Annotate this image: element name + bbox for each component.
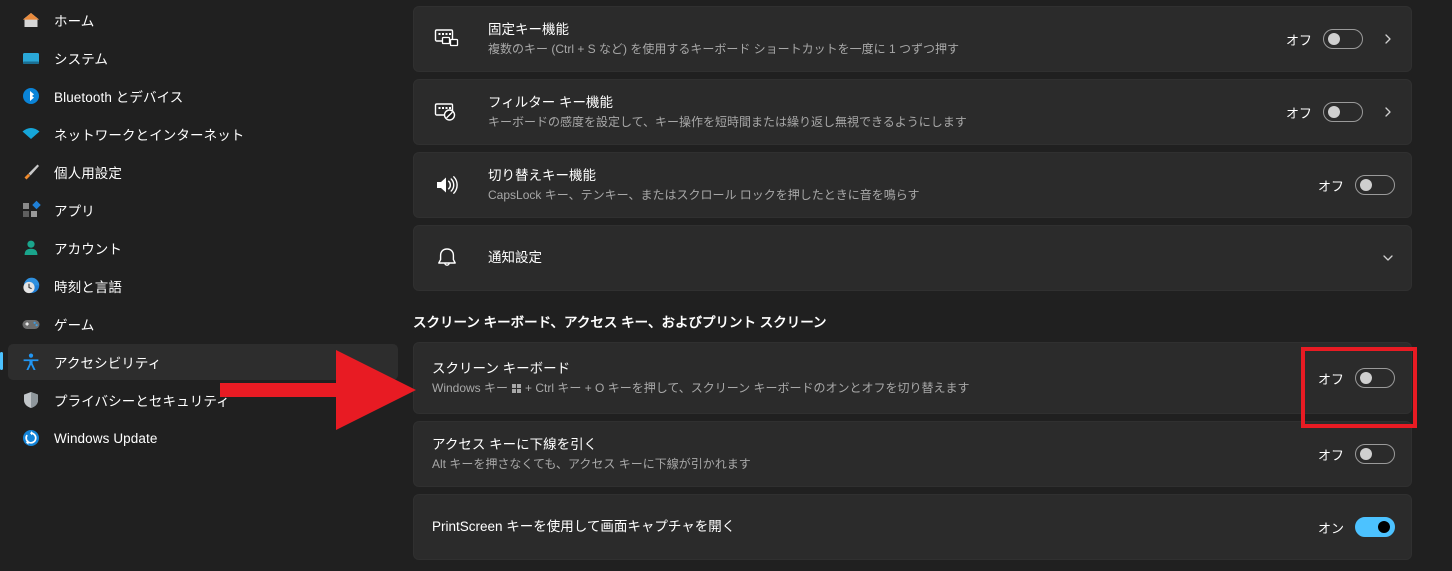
- accessibility-person-icon: [20, 351, 42, 373]
- chevron-right-icon[interactable]: [1381, 32, 1395, 46]
- sidebar-item-accessibility[interactable]: アクセシビリティ: [0, 344, 398, 380]
- setting-title: アクセス キーに下線を引く: [432, 436, 598, 452]
- setting-title: スクリーン キーボード: [432, 360, 571, 376]
- bluetooth-icon: [20, 85, 42, 107]
- sidebar-item-bluetooth[interactable]: Bluetooth とデバイス: [8, 78, 398, 114]
- toggle-state-label: オフ: [1317, 178, 1344, 194]
- toggle-keys-toggle[interactable]: [1355, 175, 1395, 195]
- chevron-down-icon[interactable]: [1381, 251, 1395, 265]
- apps-icon: [20, 199, 42, 221]
- setting-description: CapsLock キー、テンキー、またはスクロール ロックを押したときに音を鳴ら…: [488, 187, 920, 202]
- update-refresh-icon: [20, 427, 42, 449]
- underline-access-keys-toggle[interactable]: [1355, 444, 1395, 464]
- sidebar-item-system[interactable]: システム: [8, 40, 398, 76]
- gamepad-icon: [20, 313, 42, 335]
- section-header-screen-keyboard: スクリーン キーボード、アクセス キー、およびプリント スクリーン: [413, 315, 827, 330]
- bell-notification-icon: [432, 243, 462, 273]
- setting-row-underline-access-keys[interactable]: アクセス キーに下線を引く Alt キーを押さなくても、アクセス キーに下線が引…: [413, 421, 1412, 487]
- setting-description: キーボードの感度を設定して、キー操作を短時間または繰り返し無視できるようにします: [488, 114, 967, 129]
- sidebar-item-windows-update[interactable]: Windows Update: [8, 420, 398, 456]
- setting-row-printscreen-capture[interactable]: PrintScreen キーを使用して画面キャプチャを開く オン: [413, 494, 1412, 560]
- toggle-state-label: オン: [1317, 520, 1344, 536]
- setting-controls: オフ: [1318, 175, 1395, 195]
- screen-keyboard-toggle[interactable]: [1355, 368, 1395, 388]
- sidebar-item-privacy-security[interactable]: プライバシーとセキュリティ: [8, 382, 398, 418]
- setting-title: フィルター キー機能: [488, 94, 613, 110]
- setting-controls: オフ: [1286, 102, 1395, 122]
- setting-row-filter-keys[interactable]: フィルター キー機能 キーボードの感度を設定して、キー操作を短時間または繰り返し…: [413, 79, 1412, 145]
- setting-controls: オフ: [1318, 444, 1395, 464]
- toggle-state-label: オフ: [1317, 447, 1344, 463]
- sidebar-item-label: プライバシーとセキュリティ: [54, 394, 230, 409]
- setting-description-after: + Ctrl キー + O キーを押して、スクリーン キーボードのオンとオフを切…: [525, 380, 970, 395]
- setting-row-screen-keyboard[interactable]: スクリーン キーボード Windows キー + Ctrl キー + O キーを…: [413, 342, 1412, 414]
- setting-title: PrintScreen キーを使用して画面キャプチャを開く: [432, 519, 736, 534]
- wifi-icon: [20, 123, 42, 145]
- setting-controls: [1381, 251, 1395, 265]
- clock-globe-icon: [20, 275, 42, 297]
- sidebar-item-label: ホーム: [54, 14, 95, 29]
- paintbrush-icon: [20, 161, 42, 183]
- setting-description: 複数のキー (Ctrl + S など) を使用するキーボード ショートカットを一…: [488, 41, 960, 56]
- setting-row-notification-settings[interactable]: 通知設定: [413, 225, 1412, 291]
- sidebar-item-label: ゲーム: [54, 318, 95, 333]
- sidebar-item-label: アクセシビリティ: [54, 356, 162, 371]
- setting-controls: オフ: [1286, 29, 1395, 49]
- sidebar-item-label: Windows Update: [54, 430, 158, 446]
- toggle-state-label: オフ: [1317, 371, 1344, 387]
- settings-main-content: 固定キー機能 複数のキー (Ctrl + S など) を使用するキーボード ショ…: [410, 0, 1452, 571]
- toggle-state-label: オフ: [1285, 32, 1312, 48]
- toggle-state-label: オフ: [1285, 105, 1312, 121]
- setting-title: 通知設定: [488, 250, 542, 265]
- setting-description-before: Windows キー: [432, 380, 509, 395]
- sidebar-item-label: アカウント: [54, 242, 122, 257]
- filter-keys-toggle[interactable]: [1323, 102, 1363, 122]
- home-icon: [20, 9, 42, 31]
- sidebar-item-label: システム: [54, 52, 108, 67]
- printscreen-capture-toggle[interactable]: [1355, 517, 1395, 537]
- sidebar-item-accounts[interactable]: アカウント: [8, 230, 398, 266]
- setting-description: Alt キーを押さなくても、アクセス キーに下線が引かれます: [432, 456, 751, 471]
- setting-controls: オフ: [1318, 368, 1395, 388]
- setting-title: 切り替えキー機能: [488, 167, 596, 183]
- sidebar-item-label: アプリ: [54, 204, 95, 219]
- sidebar-item-time-language[interactable]: 時刻と言語: [8, 268, 398, 304]
- setting-row-sticky-keys[interactable]: 固定キー機能 複数のキー (Ctrl + S など) を使用するキーボード ショ…: [413, 6, 1412, 72]
- setting-row-toggle-keys[interactable]: 切り替えキー機能 CapsLock キー、テンキー、またはスクロール ロックを押…: [413, 152, 1412, 218]
- shield-icon: [20, 389, 42, 411]
- windows-key-icon: [512, 383, 522, 393]
- setting-description: Windows キー + Ctrl キー + O キーを押して、スクリーン キー…: [432, 380, 1302, 397]
- toggle-keys-sound-icon: [432, 170, 462, 200]
- system-monitor-icon: [20, 47, 42, 69]
- sidebar-item-label: Bluetooth とデバイス: [54, 90, 184, 105]
- sidebar-item-home[interactable]: ホーム: [8, 2, 398, 38]
- sidebar-item-personalization[interactable]: 個人用設定: [8, 154, 398, 190]
- sidebar-item-network[interactable]: ネットワークとインターネット: [8, 116, 398, 152]
- sticky-keys-toggle[interactable]: [1323, 29, 1363, 49]
- settings-window: ホーム システム Bluetooth とデバイス ネットワークとインターネット: [0, 0, 1452, 571]
- filter-keys-icon: [432, 97, 462, 127]
- sidebar-item-label: ネットワークとインターネット: [54, 128, 245, 143]
- sidebar-item-label: 個人用設定: [54, 166, 122, 181]
- chevron-right-icon[interactable]: [1381, 105, 1395, 119]
- sticky-keys-icon: [432, 24, 462, 54]
- account-person-icon: [20, 237, 42, 259]
- setting-title: 固定キー機能: [488, 21, 569, 37]
- sidebar-item-apps[interactable]: アプリ: [8, 192, 398, 228]
- sidebar-item-gaming[interactable]: ゲーム: [8, 306, 398, 342]
- sidebar-item-label: 時刻と言語: [54, 280, 122, 295]
- setting-controls: オン: [1318, 517, 1395, 537]
- settings-sidebar: ホーム システム Bluetooth とデバイス ネットワークとインターネット: [0, 0, 410, 571]
